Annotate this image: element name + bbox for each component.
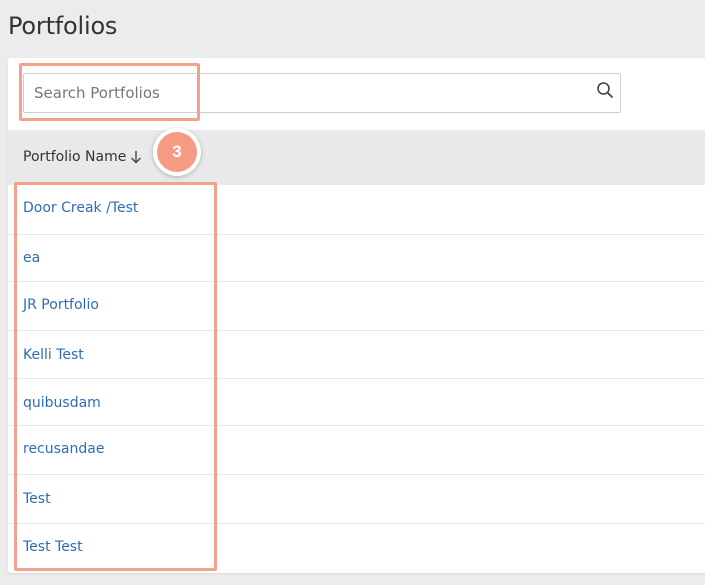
column-header-label: Portfolio Name (23, 149, 127, 165)
table-row: ea (8, 235, 705, 282)
portfolio-name-column-header[interactable]: Portfolio Name (23, 149, 142, 165)
portfolio-link[interactable]: quibusdam (23, 395, 101, 411)
table-row: Kelli Test (8, 331, 705, 379)
table-row: Test Test (8, 524, 705, 573)
portfolio-link[interactable]: JR Portfolio (23, 297, 99, 313)
search-box[interactable] (23, 73, 621, 113)
search-input[interactable] (24, 74, 584, 112)
table-row: recusandae (8, 426, 705, 475)
table-row: Door Creak /Test (8, 185, 705, 235)
portfolio-link[interactable]: Test Test (23, 539, 83, 555)
table-row: Test (8, 475, 705, 524)
portfolio-link[interactable]: Test (23, 491, 51, 507)
portfolio-link[interactable]: ea (23, 250, 40, 266)
table-header: Portfolio Name (8, 130, 705, 185)
page-title: Portfolios (8, 12, 118, 40)
portfolio-link[interactable]: Door Creak /Test (23, 200, 138, 216)
portfolio-link[interactable]: recusandae (23, 441, 104, 457)
table-row: quibusdam (8, 379, 705, 426)
sort-down-arrow-icon (131, 151, 142, 164)
portfolio-link[interactable]: Kelli Test (23, 347, 84, 363)
portfolios-panel: Portfolio Name Door Creak /Test ea JR Po… (8, 58, 705, 573)
search-icon[interactable] (596, 81, 614, 99)
table-row: JR Portfolio (8, 282, 705, 331)
